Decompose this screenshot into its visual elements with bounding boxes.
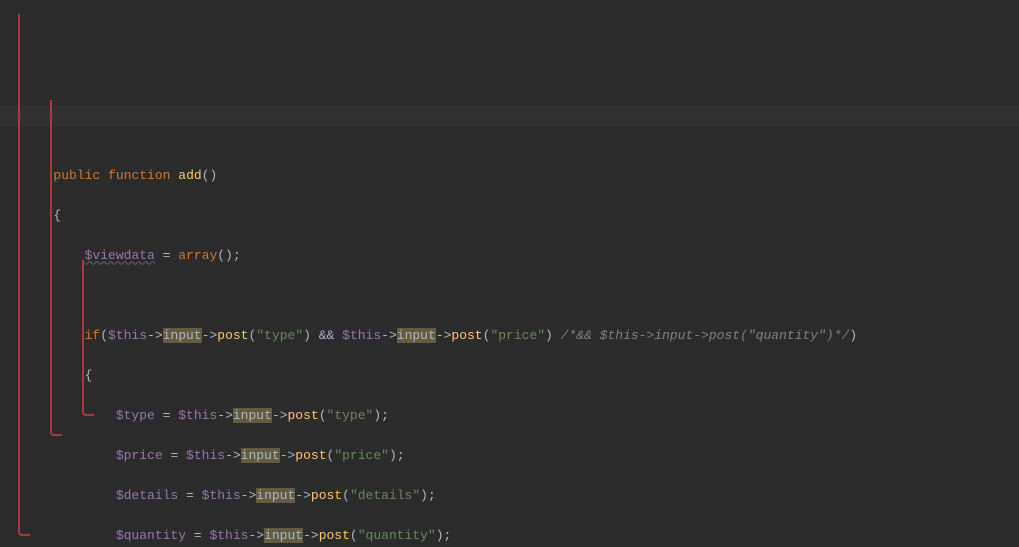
paren: () [202,168,218,183]
keyword-array: array [178,248,217,263]
brace-guide-if [50,100,62,436]
keyword-function: function [108,168,170,183]
var-viewdata: $viewdata [85,248,155,263]
prop-input: input [397,328,436,343]
prop-input: input [264,528,303,543]
code-line: $quantity = $this->input->post("quantity… [30,526,1019,546]
brace-guide-inner-if [82,260,94,416]
prop-input: input [233,408,272,423]
code-line: public function add() [30,166,1019,186]
prop-input: input [163,328,202,343]
code-line: if($this->input->post("type") && $this->… [30,326,1019,346]
code-line [30,286,1019,306]
code-line: $viewdata = array(); [30,246,1019,266]
code-line: $price = $this->input->post("price"); [30,446,1019,466]
prop-input: input [241,448,280,463]
function-name-add: add [178,168,201,183]
brace-guide-outer [18,14,30,536]
code-editor[interactable]: public function add() { $viewdata = arra… [0,0,1019,547]
prop-input: input [256,488,295,503]
current-line-highlight [0,106,1019,126]
comment: /*&& $this->input->post("quantity")*/ [553,328,849,343]
code-line: $details = $this->input->post("details")… [30,486,1019,506]
code-line: { [30,366,1019,386]
code-line: { [30,206,1019,226]
code-line: $type = $this->input->post("type"); [30,406,1019,426]
